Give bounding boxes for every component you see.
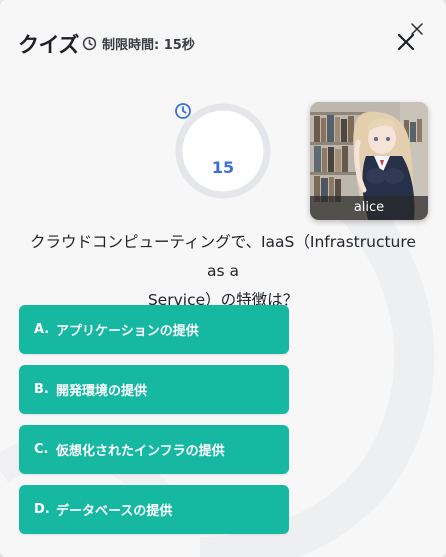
dialog-title: クイズ (18, 33, 79, 57)
avatar-name: alice (310, 196, 428, 220)
answer-options: A. アプリケーションの提供 B. 開発環境の提供 C. 仮想化されたインフラの… (19, 305, 289, 545)
question-line-1: クラウドコンピューティングで、IaaS（Infrastructure as a (30, 233, 416, 280)
time-limit-label: 制限時間: 15秒 (82, 34, 195, 53)
close-button[interactable] (396, 32, 416, 52)
option-label: 仮想化されたインフラの提供 (56, 444, 225, 459)
avatar-card: alice (310, 102, 428, 220)
option-d-button[interactable]: D. データベースの提供 (19, 485, 289, 534)
time-limit-text: 制限時間: 15秒 (102, 38, 195, 53)
option-label: データベースの提供 (56, 504, 173, 519)
option-label: アプリケーションの提供 (56, 324, 199, 339)
option-b-button[interactable]: B. 開発環境の提供 (19, 365, 289, 414)
countdown-value: 15 (211, 158, 235, 177)
clock-icon (82, 36, 97, 51)
option-a-button[interactable]: A. アプリケーションの提供 (19, 305, 289, 354)
option-letter: D. (34, 502, 50, 517)
option-label: 開発環境の提供 (56, 384, 148, 399)
quiz-dialog: クイズ 制限時間: 15秒 15 alice クラウドコンピューティングで、Ia… (0, 0, 446, 557)
option-letter: B. (34, 382, 49, 397)
option-letter: A. (34, 322, 50, 337)
question-text: クラウドコンピューティングで、IaaS（Infrastructure as a … (20, 228, 426, 315)
dialog-header: クイズ 制限時間: 15秒 (0, 0, 446, 88)
option-letter: C. (34, 442, 49, 457)
countdown-timer: 15 (174, 102, 272, 200)
option-c-button[interactable]: C. 仮想化されたインフラの提供 (19, 425, 289, 474)
timer-clock-icon (175, 103, 191, 119)
